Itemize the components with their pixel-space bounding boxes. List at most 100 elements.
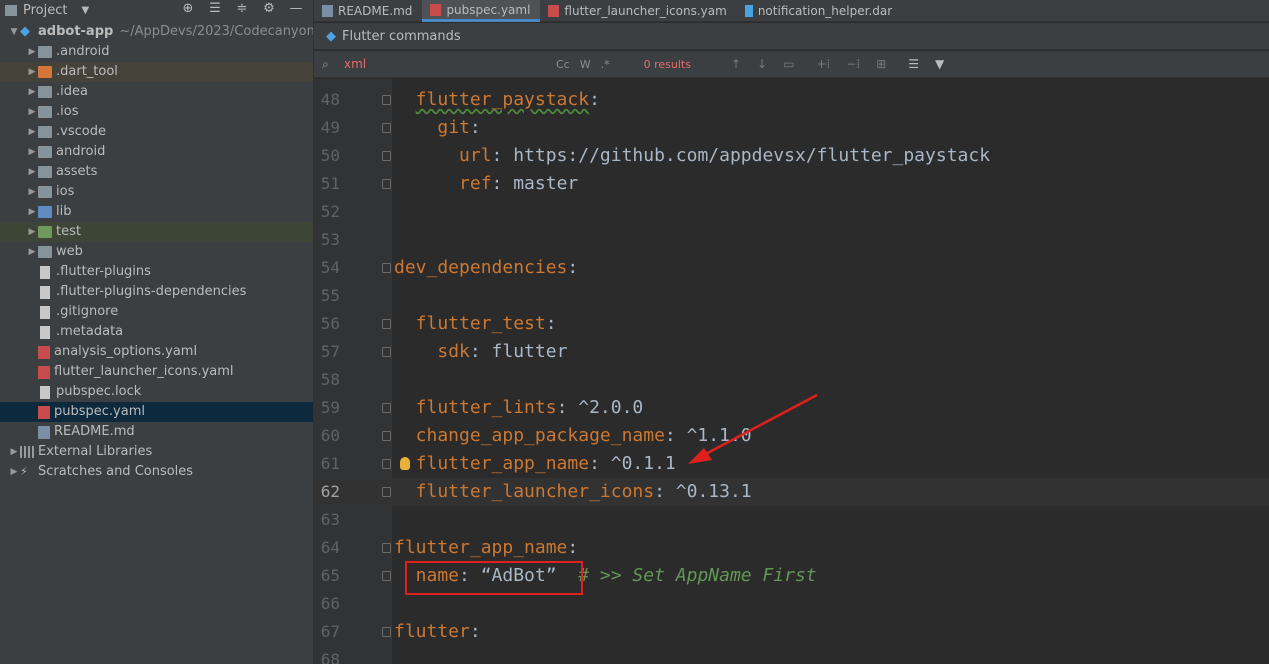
- remove-occurrence-icon[interactable]: −⁞: [846, 57, 860, 71]
- tree-item[interactable]: pubspec.lock: [0, 382, 313, 402]
- search-icon[interactable]: ⌕: [322, 57, 338, 72]
- fold-marker-icon[interactable]: [382, 543, 391, 553]
- fold-marker-icon[interactable]: [382, 431, 391, 441]
- whole-word-toggle[interactable]: W: [580, 58, 591, 71]
- code-line[interactable]: 49 git:: [314, 114, 1269, 142]
- chevron-right-icon[interactable]: ▶: [8, 462, 20, 482]
- tree-item[interactable]: ▶ .idea: [0, 82, 313, 102]
- chevron-right-icon[interactable]: ▶: [26, 42, 38, 62]
- editor-tab[interactable]: pubspec.yaml: [422, 0, 541, 22]
- fold-marker-icon[interactable]: [382, 347, 391, 357]
- tree-item[interactable]: ▶ .android: [0, 42, 313, 62]
- filter-icon[interactable]: ▼: [935, 57, 944, 71]
- tree-item[interactable]: ▶ ios: [0, 182, 313, 202]
- chevron-right-icon[interactable]: ▶: [26, 162, 38, 182]
- fold-marker-icon[interactable]: [382, 179, 391, 189]
- editor-tab[interactable]: notification_helper.dar: [737, 0, 902, 22]
- tree-item[interactable]: .metadata: [0, 322, 313, 342]
- code-line[interactable]: 58: [314, 366, 1269, 394]
- chevron-down-icon[interactable]: ▼: [81, 5, 89, 16]
- chevron-right-icon[interactable]: ▶: [26, 222, 38, 242]
- tree-item[interactable]: ▶ assets: [0, 162, 313, 182]
- chevron-right-icon[interactable]: ▶: [26, 102, 38, 122]
- filter-options-icon[interactable]: ☰: [908, 57, 919, 71]
- chevron-right-icon[interactable]: ▶: [26, 122, 38, 142]
- code-line[interactable]: 64 flutter_app_name:: [314, 534, 1269, 562]
- chevron-right-icon[interactable]: ▶: [26, 142, 38, 162]
- code-line[interactable]: 61 flutter_app_name: ^0.1.1: [314, 450, 1269, 478]
- crosshair-icon[interactable]: ⊕: [180, 1, 196, 16]
- tree-item[interactable]: ▶ External Libraries: [0, 442, 313, 462]
- tree-item[interactable]: ▶ ⚡ Scratches and Consoles: [0, 462, 313, 482]
- fold-marker-icon[interactable]: [382, 627, 391, 637]
- tree-item[interactable]: .flutter-plugins: [0, 262, 313, 282]
- code-line[interactable]: 50 url: https://github.com/appdevsx/flutte…: [314, 142, 1269, 170]
- fold-marker-icon[interactable]: [382, 263, 391, 273]
- code-line[interactable]: 54 dev_dependencies:: [314, 254, 1269, 282]
- tree-item[interactable]: analysis_options.yaml: [0, 342, 313, 362]
- arrow-down-icon[interactable]: ↓: [757, 57, 767, 71]
- lightbulb-icon[interactable]: [400, 457, 410, 470]
- chevron-right-icon[interactable]: ▶: [26, 202, 38, 222]
- tree-item[interactable]: ▼ ◆ adbot-app ~/AppDevs/2023/Codecanyon/F: [0, 22, 313, 42]
- tree-item[interactable]: ▶ test: [0, 222, 313, 242]
- code-line[interactable]: 59 flutter_lints: ^2.0.0: [314, 394, 1269, 422]
- fold-marker-icon[interactable]: [382, 403, 391, 413]
- fold-marker-icon[interactable]: [382, 95, 391, 105]
- chevron-down-icon[interactable]: ▼: [8, 22, 20, 42]
- project-title[interactable]: Project: [23, 3, 67, 18]
- tree-item[interactable]: ▶ .vscode: [0, 122, 313, 142]
- chevron-right-icon[interactable]: ▶: [26, 242, 38, 262]
- tree-item[interactable]: pubspec.yaml: [0, 402, 313, 422]
- match-case-toggle[interactable]: Cc: [556, 58, 570, 71]
- tree-item[interactable]: ▶ web: [0, 242, 313, 262]
- code-line[interactable]: 68: [314, 646, 1269, 664]
- gear-icon[interactable]: ⚙: [261, 1, 277, 16]
- collapse-all-icon[interactable]: ☰: [207, 1, 223, 16]
- search-input[interactable]: [342, 56, 542, 72]
- chevron-right-icon[interactable]: ▶: [26, 182, 38, 202]
- code-line[interactable]: 65 name: “AdBot” # >> Set AppName First: [314, 562, 1269, 590]
- editor-tab[interactable]: flutter_launcher_icons.yam: [540, 0, 736, 22]
- editor-tab[interactable]: README.md: [314, 0, 422, 22]
- fold-marker-icon[interactable]: [382, 459, 391, 469]
- fold-marker-icon[interactable]: [382, 487, 391, 497]
- code-line[interactable]: 66: [314, 590, 1269, 618]
- chevron-right-icon[interactable]: ▶: [26, 62, 38, 82]
- tree-item[interactable]: .gitignore: [0, 302, 313, 322]
- tree-item[interactable]: ▶ lib: [0, 202, 313, 222]
- fold-marker-icon[interactable]: [382, 151, 391, 161]
- code-line[interactable]: 52: [314, 198, 1269, 226]
- fold-marker-icon[interactable]: [382, 571, 391, 581]
- code-line[interactable]: 48 flutter_paystack:: [314, 86, 1269, 114]
- code-line[interactable]: 67 flutter:: [314, 618, 1269, 646]
- arrow-up-icon[interactable]: ↑: [731, 57, 741, 71]
- code-line[interactable]: 63: [314, 506, 1269, 534]
- tree-item[interactable]: ▶ android: [0, 142, 313, 162]
- chevron-right-icon[interactable]: ▶: [26, 82, 38, 102]
- code-line[interactable]: 60 change_app_package_name: ^1.1.0: [314, 422, 1269, 450]
- fold-marker-icon[interactable]: [382, 123, 391, 133]
- tree-item[interactable]: ▶ .dart_tool: [0, 62, 313, 82]
- add-occurrence-icon[interactable]: +⁞: [816, 57, 830, 71]
- select-all-occurrences-icon[interactable]: ▭: [783, 57, 794, 71]
- fold-marker-icon[interactable]: [382, 319, 391, 329]
- flutter-commands-bar[interactable]: ◆ Flutter commands: [314, 23, 1269, 50]
- code-editor[interactable]: 48 flutter_paystack: 49 git: 50 url: https://g…: [314, 79, 1269, 664]
- minimize-icon[interactable]: —: [288, 1, 304, 16]
- expand-all-icon[interactable]: ≑: [234, 1, 250, 16]
- code-line[interactable]: 55: [314, 282, 1269, 310]
- regex-toggle[interactable]: .*: [601, 58, 610, 71]
- tree-item[interactable]: README.md: [0, 422, 313, 442]
- select-occurrences-icon[interactable]: ⊞: [876, 57, 886, 71]
- code-line[interactable]: 57 sdk: flutter: [314, 338, 1269, 366]
- chevron-right-icon[interactable]: ▶: [8, 442, 20, 462]
- tree-item[interactable]: ▶ .ios: [0, 102, 313, 122]
- code-line[interactable]: 51 ref: master: [314, 170, 1269, 198]
- flutter-commands-label[interactable]: Flutter commands: [342, 29, 461, 44]
- code-line[interactable]: 56 flutter_test:: [314, 310, 1269, 338]
- tree-item[interactable]: .flutter-plugins-dependencies: [0, 282, 313, 302]
- code-line[interactable]: 62 flutter_launcher_icons: ^0.13.1: [314, 478, 1269, 506]
- tree-item[interactable]: flutter_launcher_icons.yaml: [0, 362, 313, 382]
- code-line[interactable]: 53: [314, 226, 1269, 254]
